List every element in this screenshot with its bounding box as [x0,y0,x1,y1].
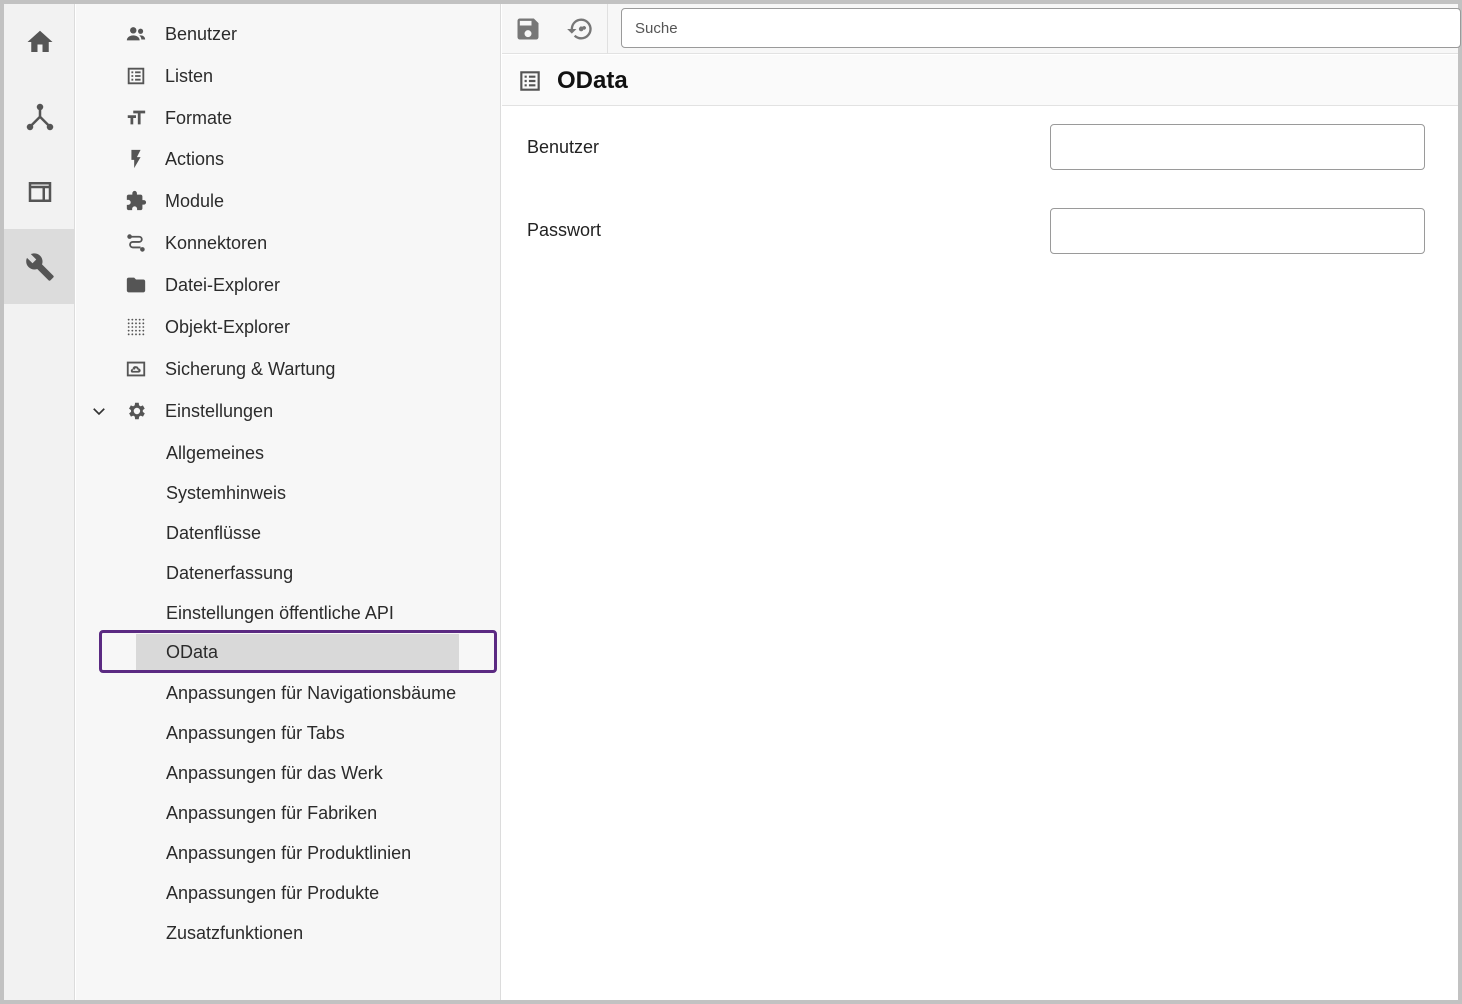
icon-rail [4,4,75,1000]
nav-item-label: Einstellungen [165,400,274,421]
benutzer-field[interactable] [1050,124,1425,170]
sub-item-label: Anpassungen für Tabs [166,722,345,743]
nav-item-datei-explorer[interactable]: Datei-Explorer [76,265,501,305]
hierarchy-icon [26,103,53,130]
text-format-icon [124,106,148,130]
sub-item-label: Anpassungen für Produktlinien [166,842,412,863]
toolbar [502,4,1461,54]
toolbar-separator [607,4,608,54]
nav-item-label: Benutzer [165,23,238,44]
users-icon [124,22,148,46]
sub-item-label: Einstellungen öffentliche API [166,602,394,623]
sub-item-fabriken[interactable]: Anpassungen für Fabriken [136,795,459,831]
list-icon [124,64,148,88]
nav-item-module[interactable]: Module [76,181,501,221]
navigation-tree: Benutzer Listen Formate Actions Module K… [76,4,501,1000]
nav-item-label: Actions [165,148,225,169]
page-title: OData [557,67,628,94]
sub-item-produkte[interactable]: Anpassungen für Produkte [136,875,459,911]
nav-item-objekt-explorer[interactable]: Objekt-Explorer [76,307,501,347]
sub-item-label: Zusatzfunktionen [166,922,304,943]
nav-item-konnektoren[interactable]: Konnektoren [76,223,501,263]
sub-item-navigationsbaeume[interactable]: Anpassungen für Navigationsbäume [136,675,459,711]
rail-layout-button[interactable] [4,154,75,229]
sub-item-oeffentliche-api[interactable]: Einstellungen öffentliche API [136,595,459,631]
connector-icon [124,231,148,255]
sub-item-datenerfassung[interactable]: Datenerfassung [136,555,459,591]
sub-item-label: Anpassungen für Produkte [166,882,380,903]
puzzle-icon [124,189,148,213]
nav-item-listen[interactable]: Listen [76,56,501,96]
nav-item-label: Datei-Explorer [165,274,281,295]
gear-icon [124,399,148,423]
nav-item-formate[interactable]: Formate [76,98,501,138]
rail-home-button[interactable] [4,4,75,79]
sub-item-label: Systemhinweis [166,482,287,503]
nav-item-actions[interactable]: Actions [76,139,501,179]
list-icon [517,68,543,94]
sub-item-label: Anpassungen für das Werk [166,762,383,783]
save-icon [517,18,539,40]
dot-grid-icon [124,315,148,339]
main-panel: OData Benutzer Passwort [502,4,1461,1000]
sub-item-label: Anpassungen für Navigationsbäume [166,682,457,703]
passwort-label: Passwort [527,220,602,240]
rail-hierarchy-button[interactable] [4,79,75,154]
nav-item-label: Sicherung & Wartung [165,358,336,379]
sub-item-odata[interactable]: OData [136,634,459,670]
passwort-field[interactable] [1050,208,1425,254]
wrench-icon [25,252,54,281]
sub-item-label: Datenflüsse [166,522,262,543]
sub-item-label: Allgemeines [166,442,265,463]
nav-item-benutzer[interactable]: Benutzer [76,14,501,54]
home-icon [27,30,52,52]
nav-item-einstellungen[interactable]: Einstellungen [76,391,501,431]
search-input[interactable] [621,8,1461,48]
backup-icon [124,357,148,381]
nav-item-label: Module [165,190,225,211]
nav-item-sicherung-wartung[interactable]: Sicherung & Wartung [76,349,501,389]
sub-item-zusatzfunktionen[interactable]: Zusatzfunktionen [136,915,459,951]
sub-item-produktlinien[interactable]: Anpassungen für Produktlinien [136,835,459,871]
sub-item-allgemeines[interactable]: Allgemeines [136,435,459,471]
sub-item-label: Anpassungen für Fabriken [166,802,378,823]
benutzer-label: Benutzer [527,137,600,157]
sub-item-systemhinweis[interactable]: Systemhinweis [136,475,459,511]
nav-item-label: Formate [165,107,233,128]
history-button[interactable] [563,12,597,46]
sub-item-datenfluesse[interactable]: Datenflüsse [136,515,459,551]
chevron-down-icon[interactable] [90,402,108,420]
sub-item-label: OData [166,641,219,662]
sub-item-label: Datenerfassung [166,562,294,583]
nav-item-label: Listen [165,65,214,86]
bolt-icon [124,147,148,171]
nav-item-label: Konnektoren [165,232,268,253]
save-button[interactable] [511,12,545,46]
nav-item-label: Objekt-Explorer [165,316,291,337]
folder-icon [124,273,148,297]
sub-item-werk[interactable]: Anpassungen für das Werk [136,755,459,791]
page-header: OData [502,55,1458,106]
rail-admin-button[interactable] [4,229,75,304]
layout-icon [28,181,51,202]
sub-item-tabs[interactable]: Anpassungen für Tabs [136,715,459,751]
history-icon [567,18,592,40]
